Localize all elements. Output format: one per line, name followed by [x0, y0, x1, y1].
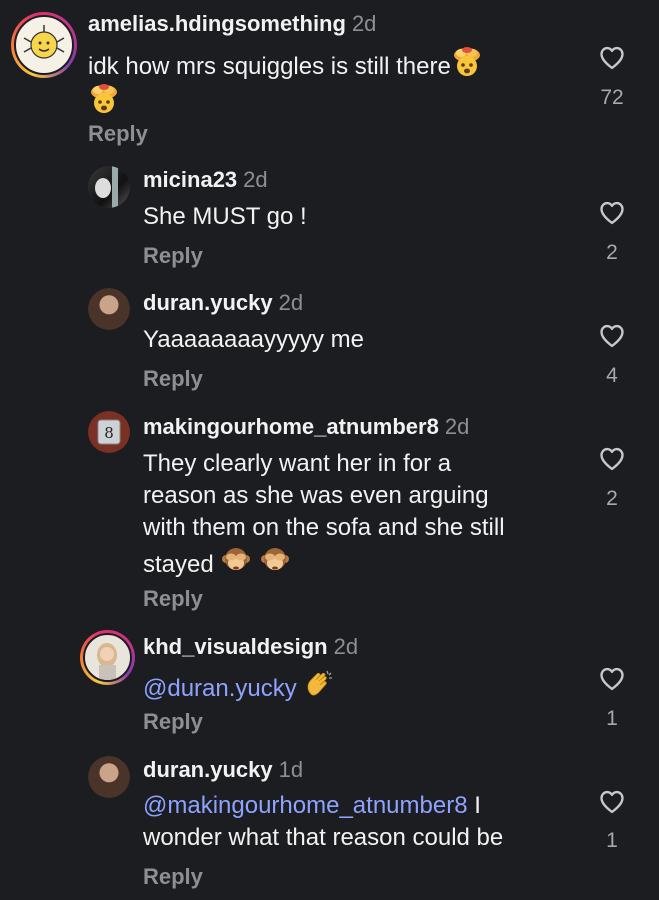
clapping-hands-emoji-icon	[303, 668, 335, 700]
comment-header: khd_visualdesign 2d	[143, 633, 358, 661]
username[interactable]: micina23	[143, 167, 237, 192]
svg-text:8: 8	[104, 424, 114, 442]
reply-button[interactable]: Reply	[143, 242, 203, 270]
heart-icon[interactable]	[598, 445, 626, 473]
avatar[interactable]	[88, 756, 130, 798]
like-count: 1	[606, 829, 618, 852]
avatar[interactable]: 8	[88, 411, 130, 453]
reply-button[interactable]: Reply	[143, 365, 203, 393]
heart-icon[interactable]	[598, 665, 626, 693]
comment-header: duran.yucky 2d	[143, 289, 303, 317]
comment-line-last: stayed	[143, 544, 583, 581]
mention-link[interactable]: @makingourhome_atnumber8	[143, 792, 468, 819]
comment-body: She MUST go !	[143, 203, 307, 230]
timestamp: 2d	[444, 414, 470, 439]
heart-icon[interactable]	[598, 44, 626, 72]
comment-body: idk how mrs squiggles is still there	[88, 53, 451, 80]
timestamp: 2d	[333, 634, 359, 659]
timestamp: 2d	[243, 167, 268, 192]
reply-button[interactable]: Reply	[88, 120, 148, 148]
avatar[interactable]	[88, 288, 130, 330]
comment-body: I	[474, 792, 481, 819]
username[interactable]: duran.yucky	[143, 290, 273, 315]
comment-line: They clearly want her in for a	[143, 450, 452, 477]
username[interactable]: amelias.hdingsomething	[88, 11, 346, 36]
cartoon-sunshine-avatar-icon	[14, 15, 74, 75]
portrait-avatar-icon	[83, 633, 132, 682]
username[interactable]: khd_visualdesign	[143, 634, 328, 659]
comment-header: amelias.hdingsomething 2d	[88, 10, 376, 38]
comment-body: Yaaaaaaaayyyyy me	[143, 326, 365, 353]
comment-header: duran.yucky 1d	[143, 756, 303, 784]
comment-text: They clearly want her in for a reason as…	[143, 448, 583, 581]
username[interactable]: duran.yucky	[143, 757, 273, 782]
comment-text: idk how mrs squiggles is still there	[88, 46, 568, 120]
like-count: 2	[606, 487, 618, 510]
photo-avatar-icon	[88, 756, 130, 798]
reply-button[interactable]: Reply	[143, 585, 203, 613]
comment-text: @makingourhome_atnumber8 I wonder what t…	[143, 790, 583, 854]
mention-link[interactable]: @duran.yucky	[143, 675, 297, 702]
heart-icon[interactable]	[598, 199, 626, 227]
comment-line: reason as she was even arguing	[143, 482, 489, 509]
like-count: 4	[606, 364, 618, 387]
heart-icon[interactable]	[598, 788, 626, 816]
see-no-evil-monkey-emoji-icon	[220, 544, 252, 576]
see-no-evil-monkey-emoji-icon	[259, 544, 291, 576]
username[interactable]: makingourhome_atnumber8	[143, 414, 439, 439]
timestamp: 2d	[278, 290, 304, 315]
photo-avatar-icon	[88, 288, 130, 330]
avatar[interactable]	[11, 12, 77, 78]
comment-line: stayed	[143, 551, 214, 578]
like-count: 2	[606, 241, 618, 264]
photo-avatar-icon	[88, 166, 130, 208]
house-number-8-avatar-icon: 8	[88, 411, 130, 453]
avatar[interactable]	[80, 630, 135, 685]
avatar[interactable]	[88, 166, 130, 208]
comment-header: micina23 2d	[143, 166, 268, 194]
timestamp: 1d	[278, 757, 304, 782]
comment-line: with them on the sofa and she still	[143, 514, 505, 541]
exploding-head-emoji-icon	[88, 83, 120, 115]
comment-header: makingourhome_atnumber8 2d	[143, 413, 469, 441]
timestamp: 2d	[351, 11, 377, 36]
reply-button[interactable]: Reply	[143, 708, 203, 736]
reply-button[interactable]: Reply	[143, 863, 203, 891]
comment-text: @duran.yucky	[143, 668, 335, 705]
like-count: 1	[606, 707, 618, 730]
comment-line: wonder what that reason could be	[143, 824, 504, 851]
heart-icon[interactable]	[598, 322, 626, 350]
like-count: 72	[600, 86, 624, 109]
exploding-head-emoji-icon	[451, 46, 483, 78]
